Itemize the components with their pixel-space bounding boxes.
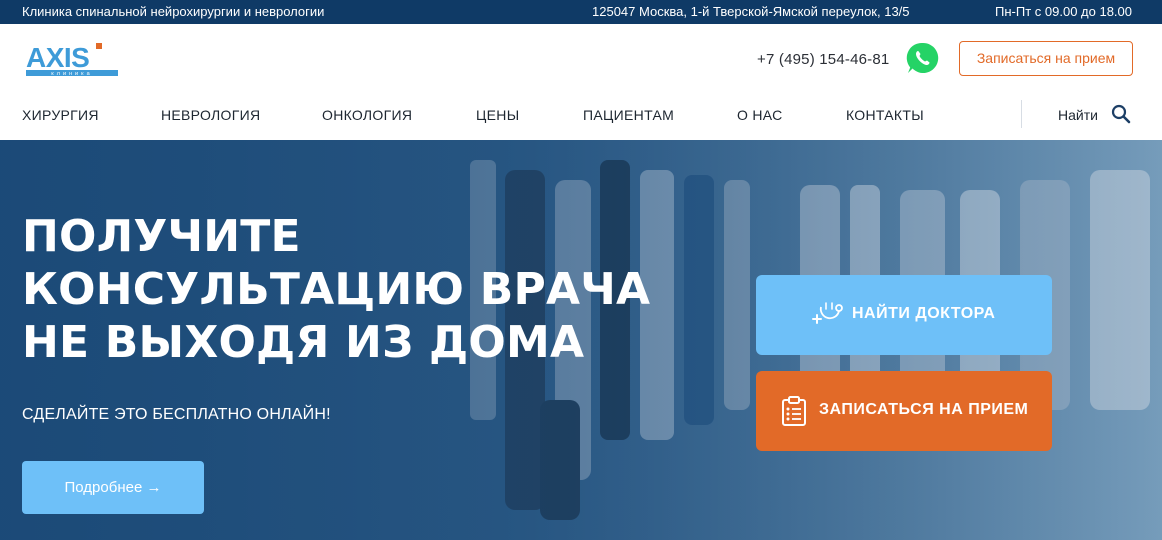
hero-title-line-1: ПОЛУЧИТЕ (22, 211, 301, 262)
nav-item-prices[interactable]: ЦЕНЫ (476, 107, 519, 123)
hero-title: ПОЛУЧИТЕ КОНСУЛЬТАЦИЮ ВРАЧА НЕ ВЫХОДЯ ИЗ… (22, 210, 650, 369)
more-button[interactable]: Подробнее → (22, 461, 204, 514)
working-hours: Пн-Пт с 09.00 до 18.00 (995, 4, 1132, 19)
stethoscope-icon (812, 302, 843, 324)
clinic-address: 125047 Москва, 1-й Тверской-Ямской переу… (592, 4, 910, 19)
book-appointment-button[interactable]: Записаться на прием (959, 41, 1133, 76)
site-header: AXIS клиника +7 (495) 154-46-81 Записать… (0, 24, 1162, 94)
hero-banner: ПОЛУЧИТЕ КОНСУЛЬТАЦИЮ ВРАЧА НЕ ВЫХОДЯ ИЗ… (0, 140, 1162, 540)
nav-divider (1021, 100, 1022, 128)
book-appointment-label: ЗАПИСАТЬСЯ НА ПРИЕМ (819, 401, 1029, 418)
nav-item-contacts[interactable]: КОНТАКТЫ (846, 107, 924, 123)
nav-item-surgery[interactable]: ХИРУРГИЯ (22, 107, 99, 123)
hero-title-line-3: НЕ ВЫХОДЯ ИЗ ДОМА (22, 317, 585, 368)
hero-title-line-2: КОНСУЛЬТАЦИЮ ВРАЧА (22, 264, 651, 315)
logo-text: AXIS (26, 42, 89, 73)
search-icon[interactable] (1111, 104, 1131, 124)
find-doctor-button[interactable]: НАЙТИ ДОКТОРА (756, 275, 1052, 355)
logo-subtext: клиника (51, 71, 92, 77)
phone-number[interactable]: +7 (495) 154-46-81 (757, 51, 889, 68)
top-info-bar: Клиника спинальной нейрохирургии и невро… (0, 0, 1162, 24)
axis-logo[interactable]: AXIS клиника (24, 41, 120, 77)
nav-item-neurology[interactable]: НЕВРОЛОГИЯ (161, 107, 260, 123)
book-appointment-cta[interactable]: ЗАПИСАТЬСЯ НА ПРИЕМ (756, 371, 1052, 451)
nav-item-about[interactable]: О НАС (737, 107, 783, 123)
clinic-name: Клиника спинальной нейрохирургии и невро… (22, 4, 325, 19)
main-nav: ХИРУРГИЯ НЕВРОЛОГИЯ ОНКОЛОГИЯ ЦЕНЫ ПАЦИЕ… (0, 94, 1162, 140)
nav-item-patients[interactable]: ПАЦИЕНТАМ (583, 107, 674, 123)
search-label[interactable]: Найти (1058, 107, 1098, 123)
clipboard-icon (782, 396, 806, 426)
hero-subtitle: СДЕЛАЙТЕ ЭТО БЕСПЛАТНО ОНЛАЙН! (22, 406, 331, 423)
nav-item-oncology[interactable]: ОНКОЛОГИЯ (322, 107, 412, 123)
whatsapp-icon[interactable] (906, 41, 940, 75)
find-doctor-label: НАЙТИ ДОКТОРА (852, 305, 996, 322)
